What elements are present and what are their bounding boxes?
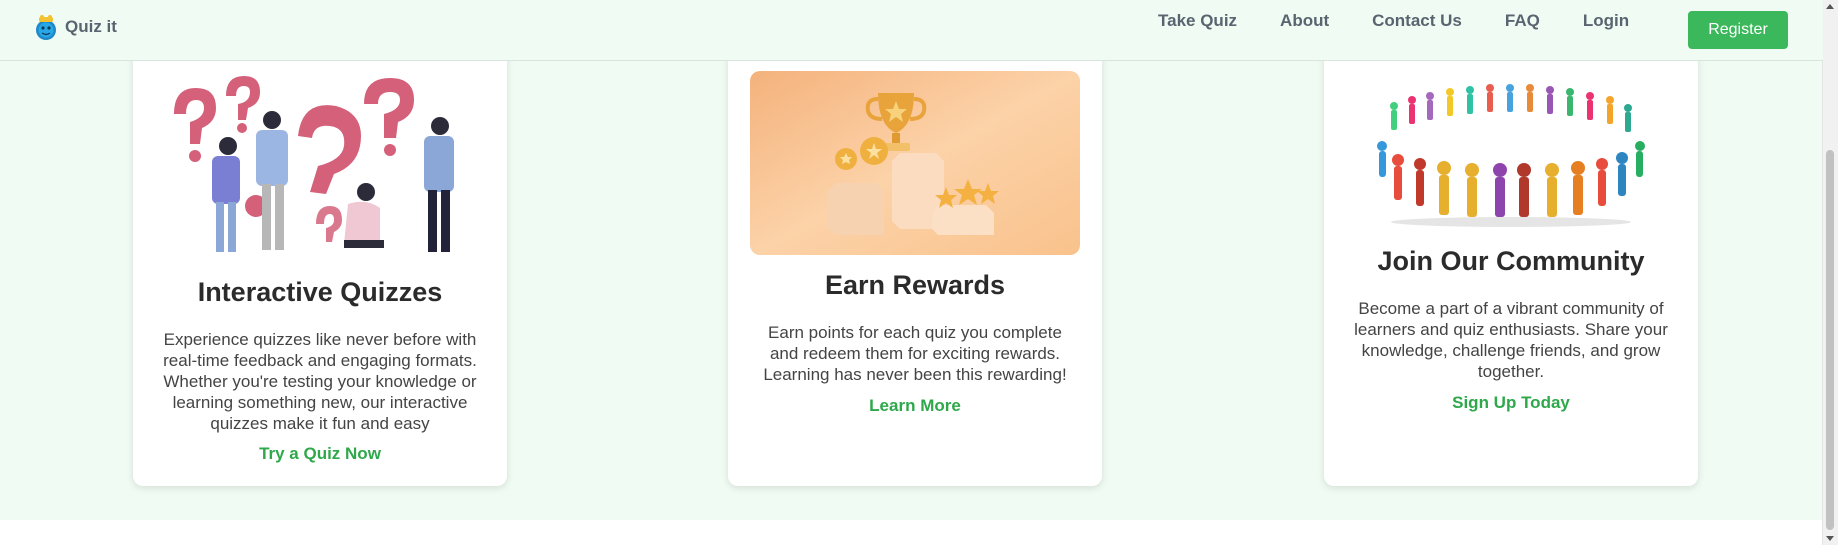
- trophy-podium-image: [750, 71, 1080, 255]
- nav-links: Take Quiz About Contact Us FAQ Login: [1158, 10, 1672, 32]
- scroll-up-icon[interactable]: [1826, 4, 1834, 9]
- nav-contact-us[interactable]: Contact Us: [1372, 10, 1462, 32]
- nav-faq[interactable]: FAQ: [1505, 10, 1540, 32]
- card-title: Join Our Community: [1377, 246, 1645, 276]
- try-quiz-link[interactable]: Try a Quiz Now: [133, 444, 507, 464]
- brand-logo-link[interactable]: Quiz it: [33, 13, 117, 41]
- card-description: Earn points for each quiz you complete a…: [763, 323, 1067, 384]
- sign-up-link[interactable]: Sign Up Today: [1324, 393, 1698, 413]
- card-title: Interactive Quizzes: [197, 277, 443, 307]
- nav-about[interactable]: About: [1280, 10, 1329, 32]
- feature-card-earn-rewards: Earn Rewards Earn points for each quiz y…: [728, 30, 1102, 486]
- learn-more-link[interactable]: Learn More: [728, 396, 1102, 416]
- card-title: Earn Rewards: [824, 270, 1006, 300]
- card-description: Experience quizzes like never before wit…: [163, 330, 477, 433]
- feature-card-join-community: Join Our Community Become a part of a vi…: [1324, 30, 1698, 486]
- feature-card-interactive-quizzes: Interactive Quizzes Experience quizzes l…: [133, 30, 507, 486]
- nav-take-quiz[interactable]: Take Quiz: [1158, 10, 1237, 32]
- nav-login[interactable]: Login: [1583, 10, 1629, 32]
- community-circle-illustration: [1377, 84, 1645, 227]
- register-button[interactable]: Register: [1688, 11, 1788, 49]
- brand-name: Quiz it: [65, 17, 117, 36]
- people-question-marks-illustration: [174, 76, 454, 252]
- card-description: Become a part of a vibrant community of …: [1354, 299, 1668, 381]
- scrollbar-thumb[interactable]: [1826, 150, 1834, 530]
- scroll-down-icon[interactable]: [1826, 536, 1834, 541]
- page-scrollbar[interactable]: [1822, 0, 1838, 545]
- mascot-logo-icon: [36, 15, 56, 40]
- top-navbar: Quiz it Take Quiz About Contact Us FAQ L…: [0, 0, 1823, 61]
